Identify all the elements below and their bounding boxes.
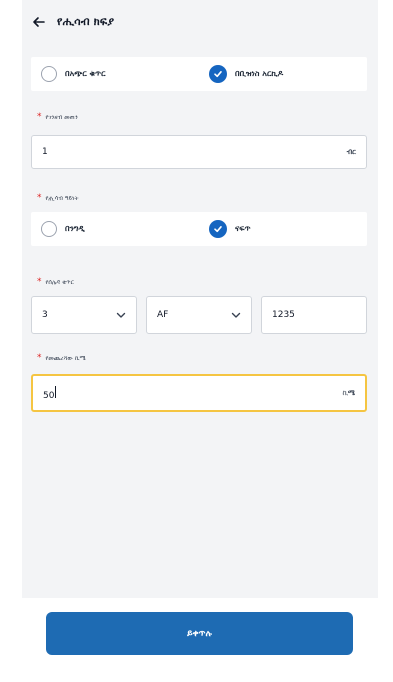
amount-label: * የገንዘብ መጠን xyxy=(37,112,78,122)
payment-method-option-business[interactable]: በቢዝነስ አርኪዶ xyxy=(209,57,283,91)
liters-value-wrap: 50 xyxy=(43,385,57,401)
account-type-option-first[interactable]: በንግዲ xyxy=(41,212,85,246)
app-header: የሒሳብ ክፍያ xyxy=(31,10,114,34)
plate-number-value: 1235 xyxy=(272,310,295,320)
account-type-label: * የሒሳብ ዓይነት xyxy=(37,193,79,203)
required-marker: * xyxy=(37,277,42,287)
page-background xyxy=(22,0,378,682)
submit-button[interactable]: ይቀጥሉ xyxy=(46,612,353,655)
required-marker: * xyxy=(37,112,42,122)
radio-checked-icon xyxy=(209,65,227,83)
account-type-option-second[interactable]: ናፍጥ xyxy=(209,212,251,246)
amount-value: 1 xyxy=(42,147,48,157)
back-arrow-icon[interactable] xyxy=(31,14,47,30)
plate-region-value: 3 xyxy=(42,310,48,320)
currency-suffix: ብር xyxy=(346,147,356,156)
plate-code-value: AF xyxy=(157,310,169,320)
plate-region-select[interactable]: 3 xyxy=(31,296,137,334)
text-caret xyxy=(55,385,57,398)
page-title: የሒሳብ ክፍያ xyxy=(57,15,115,28)
liters-value: 50 xyxy=(43,390,55,401)
plate-number-label: * የሰሌዳ ቁጥር xyxy=(37,277,74,287)
liters-label: * የመጨረሻው ኪሜ xyxy=(37,353,86,363)
liters-input[interactable]: 50 ኪሜ xyxy=(31,374,367,412)
radio-label: ናፍጥ xyxy=(235,224,251,233)
radio-label: በቢዝነስ አርኪዶ xyxy=(235,69,284,78)
radio-checked-icon xyxy=(209,220,227,238)
radio-unchecked-icon xyxy=(41,66,57,82)
chevron-down-icon xyxy=(116,310,126,320)
required-marker: * xyxy=(37,193,42,203)
plate-code-select[interactable]: AF xyxy=(146,296,252,334)
radio-label: በንግዲ xyxy=(65,224,85,233)
unit-suffix: ኪሜ xyxy=(342,388,355,397)
plate-number-input[interactable]: 1235 xyxy=(261,296,367,334)
payment-method-group: በአጭር ቁጥር በቢዝነስ አርኪዶ xyxy=(31,57,367,91)
radio-unchecked-icon xyxy=(41,221,57,237)
required-marker: * xyxy=(37,353,42,363)
payment-method-option-short-code[interactable]: በአጭር ቁጥር xyxy=(41,57,106,91)
account-type-group: በንግዲ ናፍጥ xyxy=(31,212,367,246)
chevron-down-icon xyxy=(231,310,241,320)
amount-input[interactable]: 1 ብር xyxy=(31,135,367,169)
radio-label: በአጭር ቁጥር xyxy=(65,69,106,78)
